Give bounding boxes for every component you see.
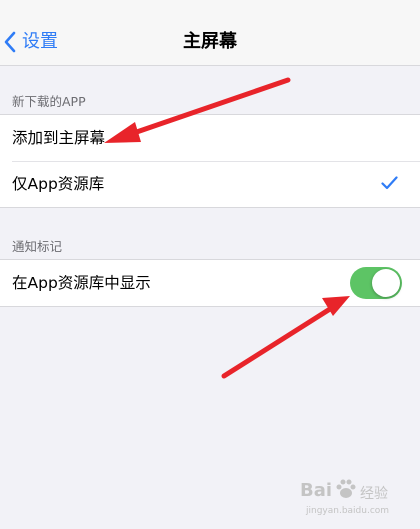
watermark-url: jingyan.baidu.com [306,506,390,516]
watermark-brand: Bai [300,480,333,501]
option-label: 添加到主屏幕 [12,129,106,147]
page-title: 主屏幕 [183,31,237,52]
option-app-library-only[interactable]: 仅App资源库 [0,161,420,207]
toggle-knob [372,269,400,297]
option-label: 仅App资源库 [12,175,105,193]
row-label: 在App资源库中显示 [12,274,151,292]
checkmark-icon [381,176,398,190]
show-in-app-library-row: 在App资源库中显示 [0,260,420,306]
navigation-bar: 设置 主屏幕 [0,0,420,66]
watermark-brand-suffix: 经验 [360,486,388,502]
section-header-new-downloads: 新下载的APP [12,94,86,109]
annotation-arrow-lower [221,296,350,379]
section-header-notification-badges: 通知标记 [12,239,63,254]
option-add-to-home-screen[interactable]: 添加到主屏幕 [0,115,420,161]
new-downloads-group: 添加到主屏幕 仅App资源库 [0,114,420,208]
notification-badges-group: 在App资源库中显示 [0,259,420,307]
paw-icon [336,479,356,498]
show-in-app-library-toggle[interactable] [350,267,402,299]
baidu-watermark: Bai 经验 jingyan.baidu.com [300,472,410,522]
